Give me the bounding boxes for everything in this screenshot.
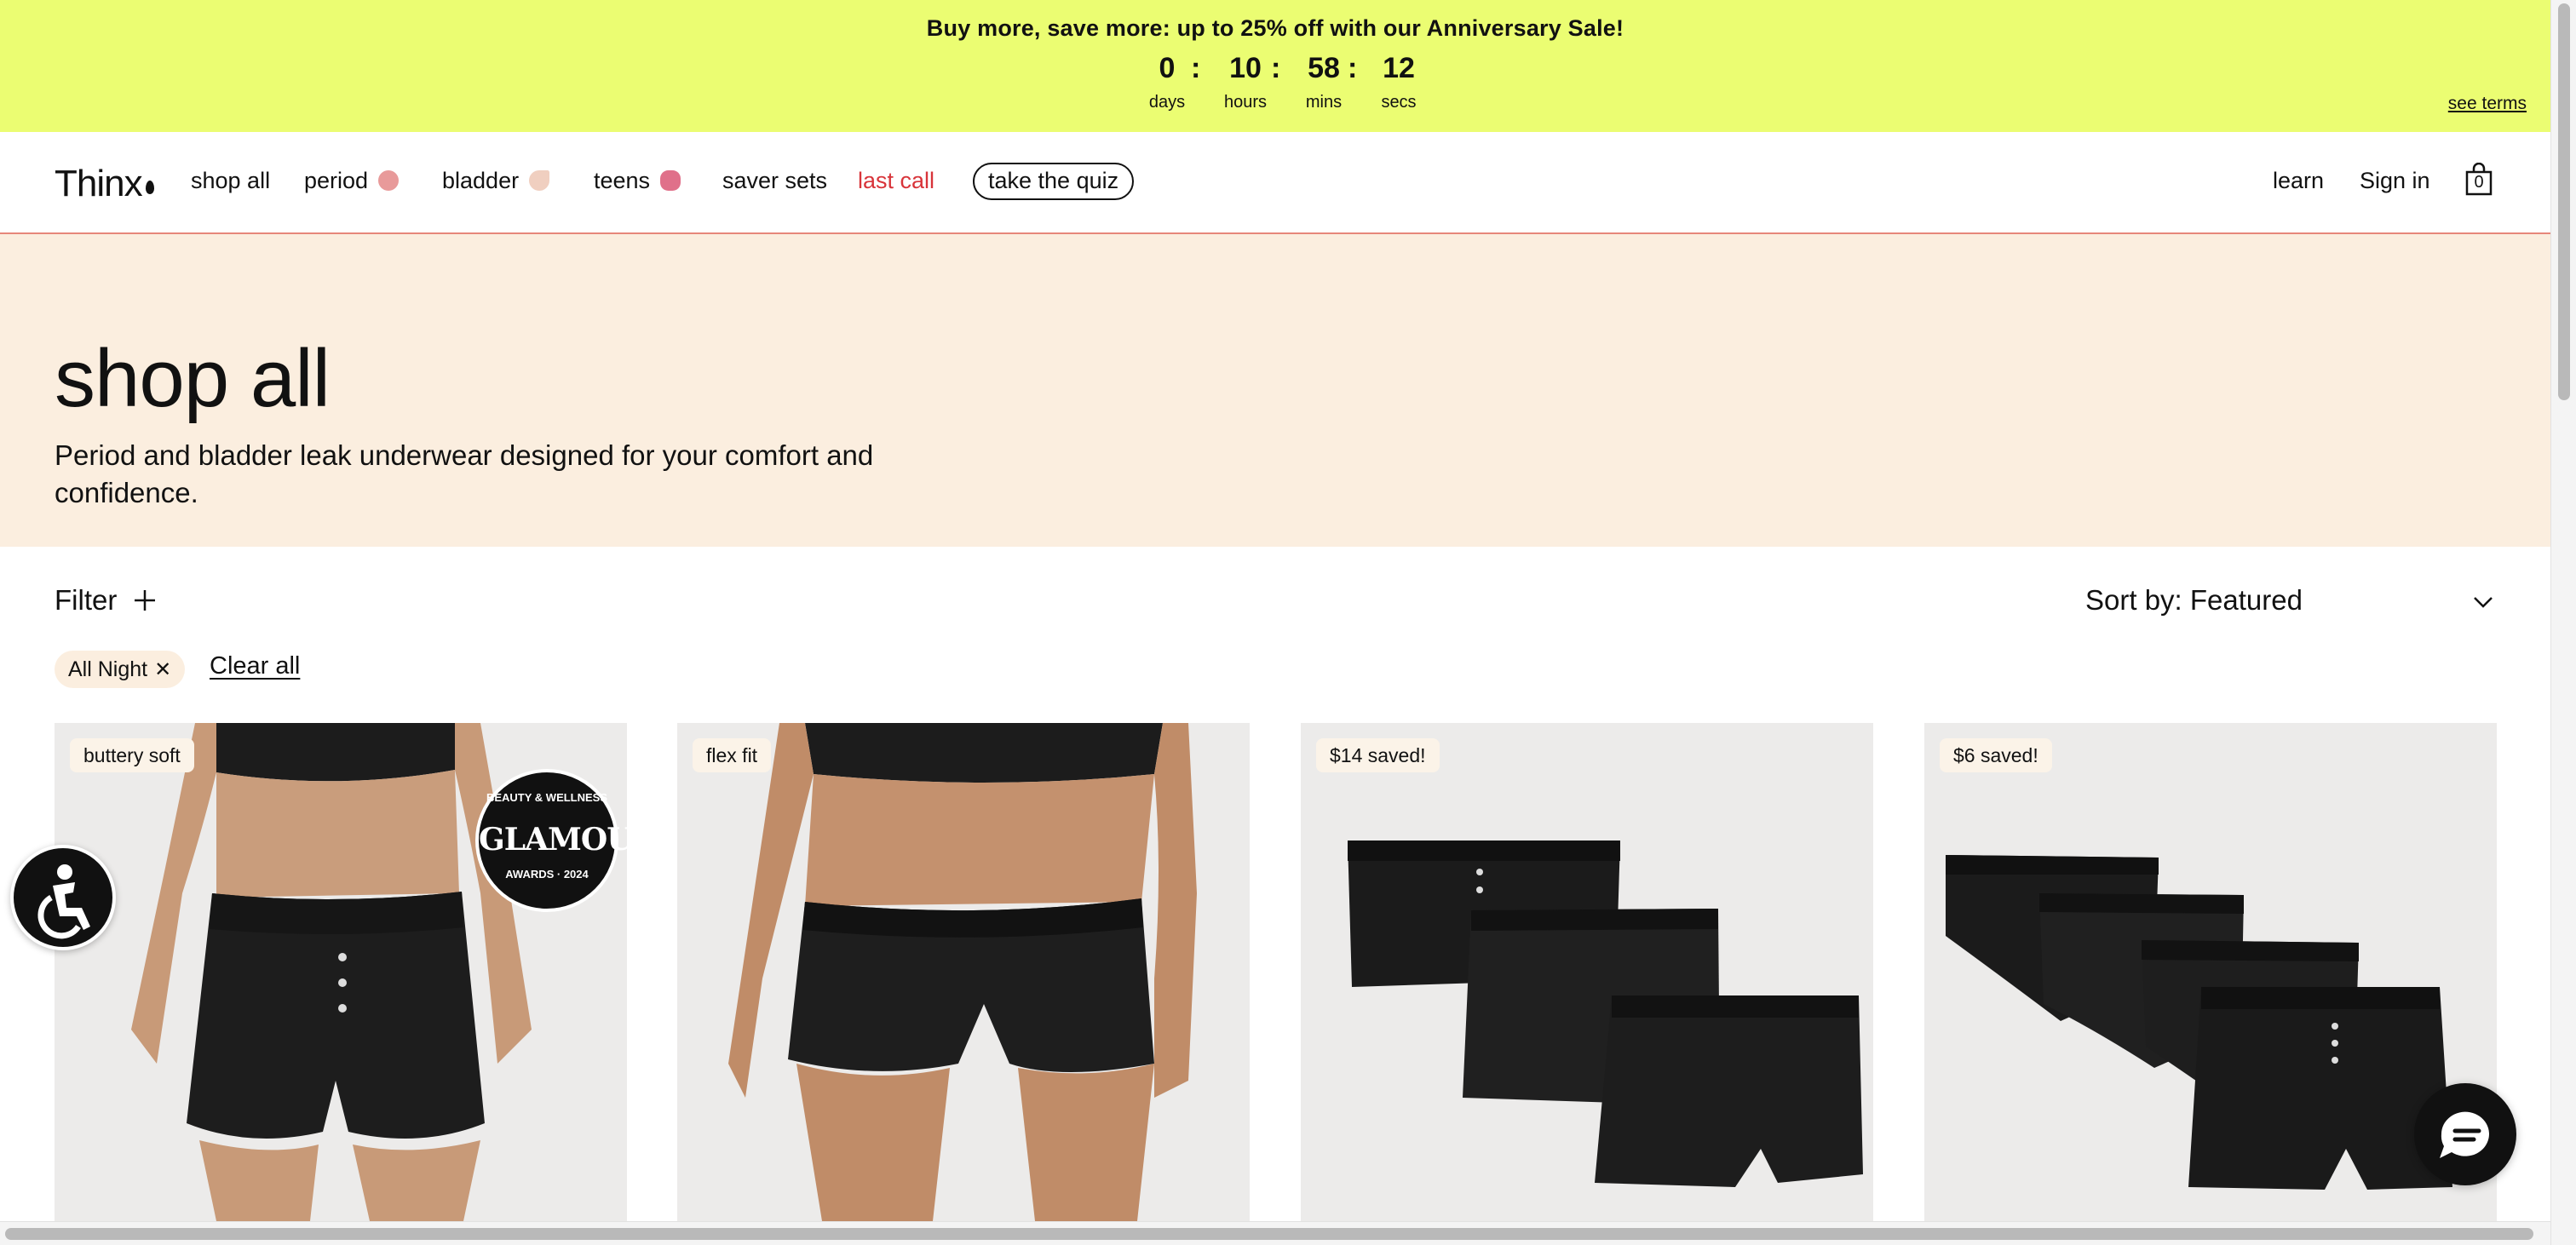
product-card[interactable]: $14 saved! — [1301, 723, 1873, 1221]
promo-banner: Buy more, save more: up to 25% off with … — [0, 0, 2550, 132]
nav-period[interactable]: period — [304, 168, 400, 194]
product-tag: $14 saved! — [1316, 738, 1440, 772]
main-nav: Thinx shop all period bladder teens save… — [0, 132, 2550, 234]
product-card[interactable]: buttery soft BEAUTY & WELLNESS GLAMOUR A… — [55, 723, 627, 1221]
product-tag: $6 saved! — [1940, 738, 2052, 772]
nav-last-call[interactable]: last call — [858, 168, 934, 194]
period-dot-icon — [378, 170, 400, 191]
take-quiz-button[interactable]: take the quiz — [973, 163, 1135, 200]
clear-all-link[interactable]: Clear all — [210, 652, 300, 680]
chat-icon[interactable] — [2414, 1083, 2516, 1185]
accessibility-icon[interactable] — [10, 845, 116, 950]
teens-flower-icon — [660, 170, 681, 191]
bladder-drop-icon — [529, 170, 550, 191]
sort-dropdown[interactable]: Sort by: Featured — [2085, 584, 2303, 617]
promo-text: Buy more, save more: up to 25% off with … — [926, 15, 1624, 41]
countdown-hours: 10 hours — [1223, 52, 1268, 112]
product-image — [728, 723, 1197, 1221]
nav-saver-sets[interactable]: saver sets — [722, 168, 827, 194]
countdown-secs: 12 secs — [1381, 52, 1417, 112]
product-image — [1946, 855, 2452, 1190]
see-terms-link[interactable]: see terms — [2448, 94, 2527, 114]
logo-drop-icon — [145, 181, 154, 194]
nav-learn[interactable]: learn — [2273, 168, 2324, 194]
chevron-down-icon[interactable] — [2472, 591, 2494, 613]
product-card[interactable]: $6 saved! — [1924, 723, 2497, 1221]
plus-icon[interactable] — [132, 588, 158, 613]
horizontal-scrollbar[interactable] — [0, 1221, 2550, 1245]
filter-button[interactable]: Filter — [55, 584, 117, 617]
page-title: shop all — [55, 333, 331, 424]
countdown-timer: 0 days : 10 hours : 58 mins : 12 secs — [1133, 49, 1423, 118]
vertical-scrollbar[interactable] — [2550, 0, 2576, 1245]
countdown-separator: : — [1348, 52, 1358, 84]
hero-section: shop all Period and bladder leak underwe… — [0, 234, 2550, 547]
nav-bladder[interactable]: bladder — [442, 168, 550, 194]
horizontal-scroll-thumb[interactable] — [5, 1228, 2533, 1240]
nav-shop-all[interactable]: shop all — [191, 168, 270, 194]
close-icon[interactable]: ✕ — [154, 651, 171, 689]
countdown-separator: : — [1271, 52, 1281, 84]
countdown-separator: : — [1191, 52, 1201, 84]
product-card[interactable]: flex fit — [677, 723, 1250, 1221]
vertical-scroll-thumb[interactable] — [2558, 3, 2570, 400]
product-tag: flex fit — [693, 738, 772, 772]
glamour-award-badge: BEAUTY & WELLNESS GLAMOUR AWARDS · 2024 — [475, 769, 627, 912]
page-subtitle: Period and bladder leak underwear design… — [55, 439, 874, 508]
product-tag: buttery soft — [70, 738, 194, 772]
sign-in-link[interactable]: Sign in — [2360, 168, 2430, 194]
cart-count: 0 — [2474, 173, 2484, 192]
nav-teens[interactable]: teens — [594, 168, 681, 194]
thinx-logo[interactable]: Thinx — [55, 163, 154, 205]
product-image — [1348, 841, 1863, 1187]
active-filter-chip[interactable]: All Night ✕ — [55, 651, 186, 689]
shopping-bag-icon[interactable]: 0 — [2464, 162, 2493, 197]
